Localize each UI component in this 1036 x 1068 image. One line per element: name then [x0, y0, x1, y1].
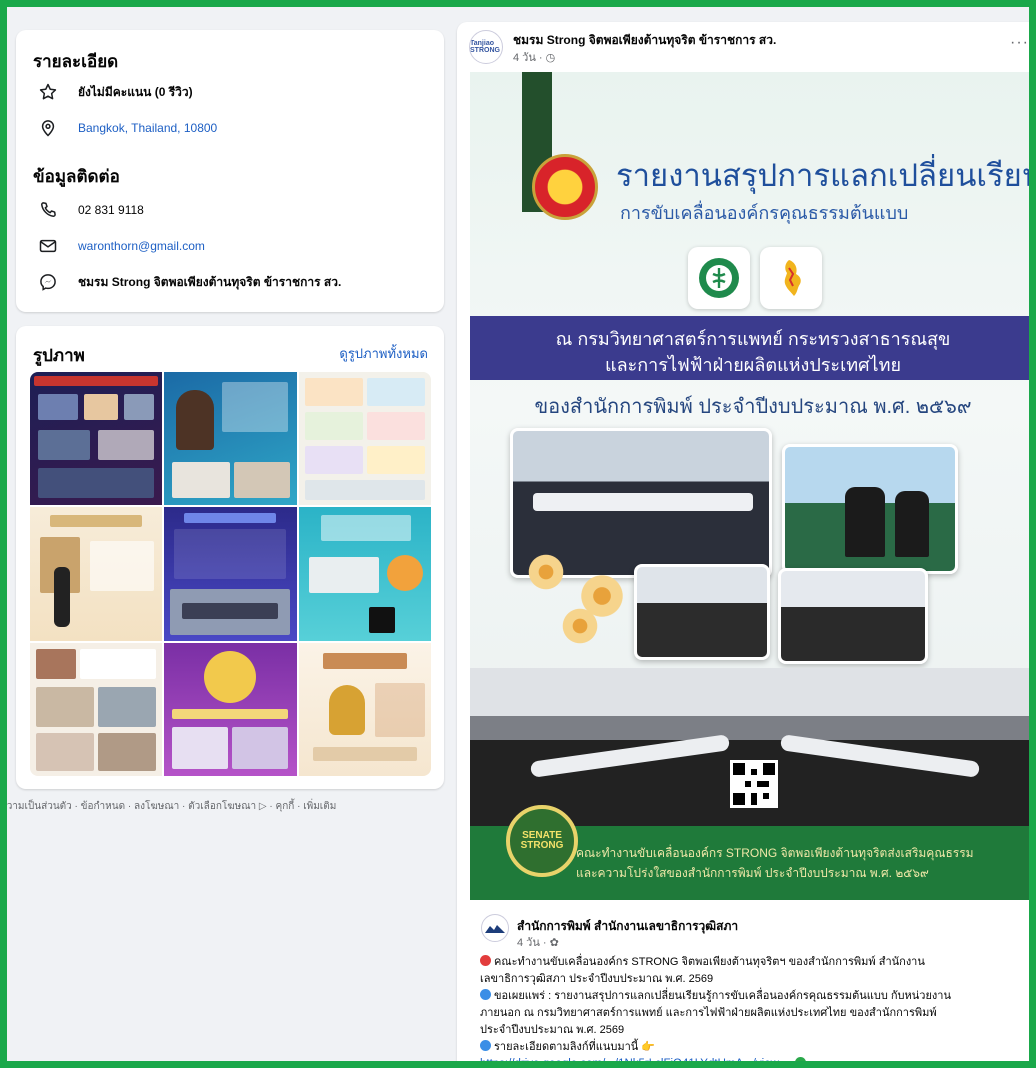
envelope-icon	[36, 234, 60, 258]
globe-emoji-icon	[480, 989, 491, 1000]
poster-band-line2: และความโปร่งใสของสำนักการพิมพ์ ประจำปีงบ…	[576, 866, 929, 880]
qr-code-icon	[730, 760, 778, 808]
photo-thumbnail[interactable]	[298, 642, 431, 776]
phone-row: 02 831 9118	[36, 198, 144, 222]
senate-strong-emblem: SENATE STRONG	[506, 805, 578, 877]
poster-banner-line2: และการไฟฟ้าฝ่ายผลิตแห่งประเทศไทย	[604, 355, 901, 375]
target-emoji-icon	[480, 955, 491, 966]
phone-text: 02 831 9118	[78, 203, 144, 217]
poster-headline: รายงานสรุปการแลกเปลี่ยนเรียนรู้	[616, 158, 1036, 193]
photo-thumbnail[interactable]	[30, 507, 163, 641]
messenger-icon	[36, 270, 60, 294]
photo-grid	[30, 372, 431, 776]
photo-thumbnail[interactable]	[298, 372, 431, 506]
flower-decoration-icon	[560, 606, 600, 646]
poster-banner-line1: ณ กรมวิทยาศาสตร์การแพทย์ กระทรวงสาธารณสุ…	[555, 329, 951, 349]
shared-post-timestamp[interactable]: 4 วัน · ✿	[517, 933, 559, 951]
dmsc-logo-icon	[688, 247, 750, 309]
photo-thumbnail[interactable]	[164, 372, 297, 506]
address-link[interactable]: Bangkok, Thailand, 10800	[78, 121, 217, 135]
more-options-icon[interactable]: ···	[1010, 34, 1029, 52]
globe-emoji-icon	[480, 1040, 491, 1051]
phone-icon	[36, 198, 60, 222]
group-photo-2	[778, 568, 928, 664]
post-image[interactable]: รายงานสรุปการแลกเปลี่ยนเรียนรู้ การขับเค…	[470, 72, 1036, 900]
post-body-line: ประจำปีงบประมาณ พ.ศ. 2569	[480, 1024, 625, 1036]
photo-thumbnail[interactable]	[164, 507, 297, 641]
footer-links[interactable]: ความเป็นส่วนตัว · ข้อกำหนด · ลงโฆษณา · ต…	[0, 799, 336, 814]
details-card: รายละเอียด ยังไม่มีคะแนน (0 รีวิว) Bangk…	[16, 30, 444, 312]
group-photo-1	[634, 564, 770, 660]
shared-page-avatar[interactable]	[481, 914, 509, 942]
email-row[interactable]: waronthorn@gmail.com	[36, 234, 205, 258]
photos-title: รูปภาพ	[33, 346, 85, 365]
poster-subheadline: การขับเคลื่อนองค์กรคุณธรรมต้นแบบ	[620, 203, 909, 223]
post-body-line: เลขาธิการวุฒิสภา ประจำปีงบประมาณ พ.ศ. 25…	[480, 973, 714, 985]
photo-thumbnail[interactable]	[30, 642, 163, 776]
photo-thumbnail[interactable]	[164, 642, 297, 776]
email-link[interactable]: waronthorn@gmail.com	[78, 239, 205, 253]
post-body-line: รายละเอียดตามลิงก์ที่แนบมานี้ 👉	[480, 1037, 655, 1055]
poster-band-line1: คณะทำงานขับเคลื่อนองค์กร STRONG จิตพอเพี…	[576, 846, 974, 860]
messenger-row[interactable]: ชมรม Strong จิตพอเพียงต้านทุจริต ข้าราชก…	[36, 270, 341, 294]
details-title: รายละเอียด	[33, 52, 119, 71]
messenger-text[interactable]: ชมรม Strong จิตพอเพียงต้านทุจริต ข้าราชก…	[78, 273, 341, 292]
rating-row: ยังไม่มีคะแนน (0 รีวิว)	[36, 80, 193, 104]
post-body-line: ภายนอก ณ กรมวิทยาศาสตร์การแพทย์ และการไฟ…	[480, 1007, 937, 1019]
rating-text: ยังไม่มีคะแนน (0 รีวิว)	[78, 84, 193, 99]
verified-check-icon	[795, 1057, 807, 1068]
page-avatar[interactable]: Tanjiao STRONG	[469, 30, 503, 64]
location-pin-icon	[36, 116, 60, 140]
flower-decoration-icon	[526, 552, 566, 592]
address-row[interactable]: Bangkok, Thailand, 10800	[36, 116, 217, 140]
egat-logo-icon	[760, 247, 822, 309]
post-body-line: คณะทำงานขับเคลื่อนองค์กร STRONG จิตพอเพี…	[480, 952, 925, 970]
exhibition-photo	[782, 444, 958, 574]
star-icon	[36, 80, 60, 104]
photos-card: รูปภาพ ดูรูปภาพทั้งหมด	[16, 326, 444, 789]
photo-thumbnail[interactable]	[298, 507, 431, 641]
contact-title: ข้อมูลติดต่อ	[33, 167, 120, 186]
photo-thumbnail[interactable]	[30, 372, 163, 506]
post-timestamp[interactable]: 4 วัน · ◷	[513, 48, 555, 66]
see-all-photos-link[interactable]: ดูรูปภาพทั้งหมด	[339, 343, 428, 364]
senate-seal-icon	[532, 154, 598, 220]
poster-office-line: ของสำนักการพิมพ์ ประจำปีงบประมาณ พ.ศ. ๒๕…	[534, 396, 972, 418]
drive-link[interactable]: https://drive.google.com/.../1Nk5rLclFiQ…	[480, 1057, 809, 1068]
post-body-line: ขอเผยแพร่ : รายงานสรุปการแลกเปลี่ยนเรียน…	[480, 986, 951, 1004]
post-card: Tanjiao STRONG ชมรม Strong จิตพอเพียงต้า…	[457, 22, 1036, 1068]
